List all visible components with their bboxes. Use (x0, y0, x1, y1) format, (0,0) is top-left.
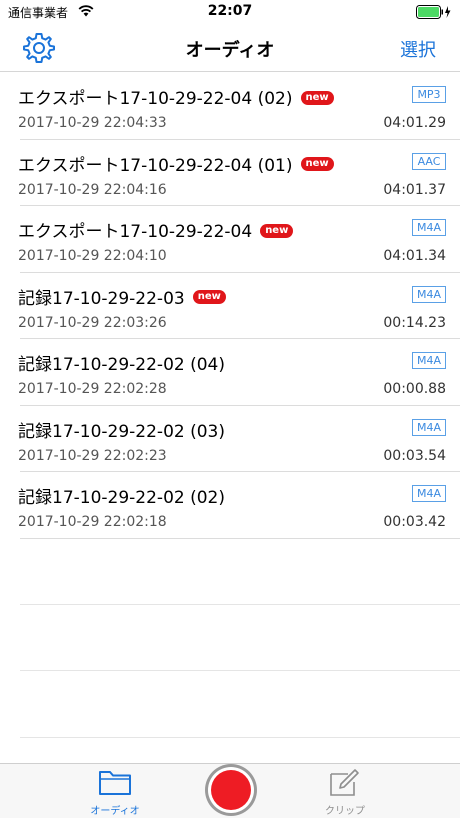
recording-duration: 00:03.54 (383, 447, 446, 464)
gear-icon[interactable] (22, 31, 56, 65)
format-badge: M4A (412, 418, 446, 436)
tab-clip-label: クリップ (325, 806, 365, 817)
empty-row-divider (20, 737, 460, 738)
new-badge: new (300, 157, 334, 171)
format-badge: AAC (412, 152, 446, 170)
recording-name-line: 記録17-10-29-22-02 (04) (18, 350, 225, 375)
recording-row[interactable]: 記録17-10-29-22-03 new M4A 2017-10-29 22:03:2… (0, 273, 460, 340)
recording-row[interactable]: エクスポート17-10-29-22-04 (01) new AAC 2017-10-2… (0, 140, 460, 207)
record-icon (211, 770, 251, 810)
recording-name-line: エクスポート17-10-29-22-04 new (18, 217, 294, 242)
recording-date: 2017-10-29 22:04:33 (18, 115, 167, 131)
recording-name: 記録17-10-29-22-02 (02) (18, 488, 225, 508)
empty-row-divider (20, 670, 460, 671)
recording-duration: 04:01.37 (383, 181, 446, 198)
recording-name: エクスポート17-10-29-22-04 (02) (18, 89, 293, 109)
navigation-bar: オーディオ 選択 (0, 24, 460, 72)
recording-name: エクスポート17-10-29-22-04 (01) (18, 155, 293, 176)
edit-icon (330, 769, 359, 796)
select-button[interactable]: 選択 (400, 36, 436, 62)
empty-row-divider (20, 604, 460, 605)
format-badge: M4A (412, 352, 446, 369)
tab-clip[interactable]: クリップ (310, 768, 380, 817)
recording-name-line: 記録17-10-29-22-02 (02) (18, 483, 225, 508)
recording-date: 2017-10-29 22:02:18 (18, 514, 167, 530)
recording-name: 記録17-10-29-22-02 (03) (18, 421, 225, 442)
format-badge: M4A (412, 285, 446, 303)
page-title: オーディオ (185, 40, 275, 61)
recording-row[interactable]: 記録17-10-29-22-02 (03) M4A 2017-10-29 22:02… (0, 406, 460, 473)
recording-date: 2017-10-29 22:03:26 (18, 314, 167, 331)
tab-bar: オーディオ クリップ (0, 763, 460, 818)
recording-duration: 00:03.42 (383, 514, 446, 530)
status-time: 22:07 (207, 3, 253, 19)
recording-name-line: 記録17-10-29-22-02 (03) (18, 417, 225, 442)
new-badge: new (300, 90, 334, 105)
format-badge: M4A (412, 485, 446, 502)
status-bar: 通信事業者 22:07 (0, 0, 460, 24)
recording-date: 2017-10-29 22:02:23 (18, 447, 167, 464)
recording-name-line: エクスポート17-10-29-22-04 (02) new (18, 84, 334, 109)
recording-date: 2017-10-29 22:04:10 (18, 248, 167, 264)
new-badge: new (260, 223, 294, 238)
format-badge: MP3 (412, 86, 446, 103)
recording-row[interactable]: エクスポート17-10-29-22-04 new M4A 2017-10-29 22:… (0, 206, 460, 273)
recording-duration: 00:14.23 (383, 314, 446, 331)
format-badge: M4A (412, 219, 446, 236)
recording-row[interactable]: エクスポート17-10-29-22-04 (02) new MP3 2017-10-2… (0, 73, 460, 140)
recording-name-line: 記録17-10-29-22-03 new (18, 284, 226, 309)
recording-row[interactable]: 記録17-10-29-22-02 (04) M4A 2017-10-29 22:02… (0, 339, 460, 406)
tab-audio[interactable]: オーディオ (80, 768, 150, 817)
recording-duration: 04:01.34 (383, 248, 446, 264)
recording-name-line: エクスポート17-10-29-22-04 (01) new (18, 151, 334, 176)
recording-duration: 04:01.29 (383, 115, 446, 131)
recording-name: 記録17-10-29-22-03 (18, 288, 185, 309)
recording-duration: 00:00.88 (383, 381, 446, 397)
recording-row[interactable]: 記録17-10-29-22-02 (02) M4A 2017-10-29 22:02… (0, 472, 460, 539)
recording-name: 記録17-10-29-22-02 (04) (18, 355, 225, 375)
battery-icon (416, 5, 451, 19)
new-badge: new (192, 290, 226, 304)
recording-date: 2017-10-29 22:02:28 (18, 381, 167, 397)
recordings-list: エクスポート17-10-29-22-04 (02) new MP3 2017-10-2… (0, 73, 460, 539)
recording-date: 2017-10-29 22:04:16 (18, 181, 167, 198)
record-button[interactable] (205, 764, 257, 816)
folder-icon (99, 771, 131, 795)
tab-audio-label: オーディオ (90, 806, 140, 817)
recording-name: エクスポート17-10-29-22-04 (18, 222, 253, 242)
